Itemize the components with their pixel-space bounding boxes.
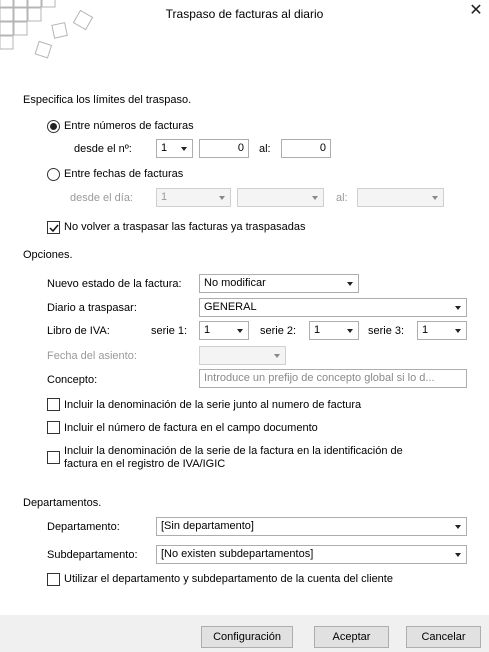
radio-by-date-label: Entre fechas de facturas [64, 168, 184, 180]
cliente-checkbox[interactable] [47, 573, 60, 586]
chevron-down-icon [219, 196, 225, 200]
fecha-asiento-label: Fecha del asiento: [47, 350, 137, 362]
chevron-down-icon [181, 147, 187, 151]
registro-checkbox[interactable] [47, 451, 60, 464]
cliente-label: Utilizar el departamento y subdepartamen… [64, 573, 393, 585]
subdepartamento-select[interactable]: [No existen subdepartamentos] [156, 545, 467, 564]
dialog-title: Traspaso de facturas al diario [165, 7, 324, 21]
from-date-select[interactable] [237, 188, 324, 207]
chevron-down-icon [455, 329, 461, 333]
serie2-label: serie 2: [260, 325, 297, 337]
radio-by-number[interactable] [47, 120, 60, 133]
chevron-down-icon [347, 282, 353, 286]
checkmark-icon [48, 224, 59, 232]
concepto-label: Concepto: [47, 374, 98, 386]
libro-iva-label: Libro de IVA: [47, 325, 110, 337]
chevron-down-icon [312, 196, 318, 200]
serie1-label: serie 1: [151, 325, 188, 337]
chevron-down-icon [455, 306, 461, 310]
chevron-down-icon [432, 196, 438, 200]
close-icon[interactable]: ✕ [466, 2, 486, 20]
configuracion-button[interactable]: Configuración [201, 626, 293, 648]
al-date-label: al: [336, 192, 348, 204]
radio-by-number-label: Entre números de facturas [64, 120, 194, 132]
radio-by-date[interactable] [47, 168, 60, 181]
fecha-asiento-select[interactable] [199, 346, 286, 365]
serie-date-select[interactable]: 1 [156, 188, 231, 207]
radio-dot [50, 123, 57, 130]
no-repeat-checkbox[interactable] [47, 221, 60, 234]
chevron-down-icon [237, 329, 243, 333]
chevron-down-icon [455, 525, 461, 529]
serie3-select[interactable]: 1 [417, 321, 467, 340]
registro-label-line2: factura en el registro de IVA/IGIC [64, 458, 226, 470]
to-number-input[interactable]: 0 [281, 139, 331, 158]
diario-label: Diario a traspasar: [47, 302, 137, 314]
serie-number-select[interactable]: 1 [156, 139, 193, 158]
departamento-select[interactable]: [Sin departamento] [156, 517, 467, 536]
serie2-select[interactable]: 1 [309, 321, 359, 340]
registro-label-line1: Incluir la denominación de la serie de l… [64, 445, 403, 457]
desde-numero-label: desde el nº: [74, 143, 132, 155]
departments-heading: Departamentos. [23, 497, 102, 509]
departamento-label: Departamento: [47, 521, 120, 533]
concepto-input[interactable]: Introduce un prefijo de concepto global … [199, 369, 467, 388]
serie1-select[interactable]: 1 [199, 321, 249, 340]
chevron-down-icon [455, 553, 461, 557]
serie3-label: serie 3: [368, 325, 405, 337]
desde-dia-label: desde el día: [70, 192, 133, 204]
denominacion-checkbox[interactable] [47, 398, 60, 411]
chevron-down-icon [274, 354, 280, 358]
aceptar-button[interactable]: Aceptar [314, 626, 389, 648]
chevron-down-icon [347, 329, 353, 333]
subdepartamento-label: Subdepartamento: [47, 549, 138, 561]
al-number-label: al: [259, 143, 271, 155]
numero-doc-label: Incluir el número de factura en el campo… [64, 422, 318, 434]
limits-heading: Especifica los límites del traspaso. [23, 94, 192, 106]
diario-select[interactable]: GENERAL [199, 298, 467, 317]
no-repeat-label: No volver a traspasar las facturas ya tr… [64, 221, 306, 233]
numero-doc-checkbox[interactable] [47, 421, 60, 434]
to-date-select[interactable] [357, 188, 444, 207]
estado-select[interactable]: No modificar [199, 274, 359, 293]
from-number-input[interactable]: 0 [199, 139, 249, 158]
denominacion-label: Incluir la denominación de la serie junt… [64, 399, 362, 411]
cancelar-button[interactable]: Cancelar [406, 626, 481, 648]
options-heading: Opciones. [23, 249, 73, 261]
concepto-placeholder: Introduce un prefijo de concepto global … [204, 372, 435, 384]
estado-label: Nuevo estado de la factura: [47, 278, 182, 290]
